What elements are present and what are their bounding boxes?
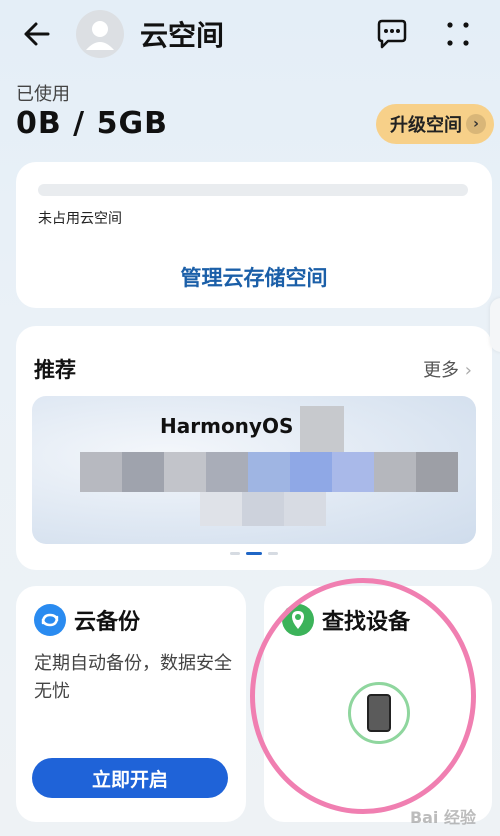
banner-blurred-block xyxy=(300,406,344,452)
used-value: 0B / 5GB xyxy=(16,106,168,141)
upgrade-space-button[interactable]: 升级空间 › xyxy=(376,104,494,144)
recommend-more-link[interactable]: 更多 › xyxy=(423,356,472,382)
find-device-title: 查找设备 xyxy=(322,610,411,635)
carousel-indicator xyxy=(16,552,492,555)
phone-icon xyxy=(367,694,391,732)
device-map-marker xyxy=(348,682,410,744)
more-label: 更多 xyxy=(423,360,460,381)
find-device-card[interactable]: 查找设备 xyxy=(264,586,492,822)
chevron-right-icon: › xyxy=(466,114,486,134)
recommend-banner[interactable]: HarmonyOS xyxy=(32,396,476,544)
watermark: Bai 经验 xyxy=(409,808,476,827)
chevron-right-icon: › xyxy=(464,360,472,381)
chat-bubble-icon[interactable] xyxy=(374,16,410,52)
location-pin-icon xyxy=(282,604,314,636)
cloud-backup-title: 云备份 xyxy=(74,610,141,635)
enable-now-button[interactable]: 立即开启 xyxy=(32,758,228,798)
cloud-backup-description: 定期自动备份，数据安全无忧 xyxy=(34,653,232,702)
carousel-dot-active xyxy=(246,552,262,555)
used-label: 已使用 xyxy=(16,84,70,105)
storage-card: 未占用云空间 管理云存储空间 xyxy=(16,162,492,308)
banner-text: HarmonyOS xyxy=(160,414,294,438)
side-drag-handle[interactable] xyxy=(490,298,500,352)
banner-blurred-row-2 xyxy=(200,492,326,526)
carousel-dot xyxy=(230,552,240,555)
cloud-backup-icon xyxy=(34,604,66,636)
manage-storage-link[interactable]: 管理云存储空间 xyxy=(16,262,492,292)
cloud-backup-card[interactable]: 云备份 定期自动备份，数据安全无忧 立即开启 xyxy=(16,586,246,822)
page-title: 云空间 xyxy=(140,19,225,52)
carousel-dot xyxy=(268,552,278,555)
recommend-title: 推荐 xyxy=(34,358,76,382)
back-arrow-icon[interactable] xyxy=(20,16,56,52)
banner-blurred-row xyxy=(80,452,458,492)
upgrade-label: 升级空间 xyxy=(390,115,462,136)
more-dots-icon[interactable] xyxy=(440,16,476,52)
unused-space-label: 未占用云空间 xyxy=(38,211,122,227)
recommend-card: 推荐 更多 › HarmonyOS xyxy=(16,326,492,570)
storage-usage-bar xyxy=(38,184,468,196)
avatar[interactable] xyxy=(76,10,124,58)
